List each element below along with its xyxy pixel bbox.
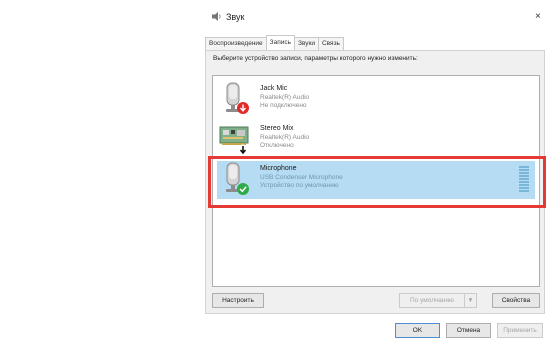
disabled-badge-icon <box>237 144 249 156</box>
device-item-jack-mic[interactable]: Jack Mic Realtek(R) Audio Не подключено <box>217 81 535 119</box>
selection-highlight-annotation <box>208 156 546 208</box>
configure-button[interactable]: Настроить <box>212 293 264 308</box>
speaker-icon <box>212 12 221 21</box>
set-default-button[interactable]: По умолчанию ▼ <box>399 293 477 308</box>
close-button[interactable]: × <box>535 10 549 24</box>
device-item-stereo-mix[interactable]: Stereo Mix Realtek(R) Audio Отключено <box>217 121 535 159</box>
device-driver: Realtek(R) Audio <box>260 134 310 141</box>
tab-sounds[interactable]: Звуки <box>294 37 319 50</box>
chevron-down-icon[interactable]: ▼ <box>464 294 476 307</box>
tab-bar: Воспроизведение Запись Звуки Связь <box>205 35 344 50</box>
circuit-board-icon <box>219 126 249 156</box>
set-default-label: По умолчанию <box>410 297 454 304</box>
tab-communications[interactable]: Связь <box>317 37 344 50</box>
device-status: Не подключено <box>260 102 307 109</box>
device-name: Jack Mic <box>260 85 288 92</box>
tab-recording[interactable]: Запись <box>265 35 295 50</box>
instruction-text: Выберите устройство записи, параметры ко… <box>213 55 418 62</box>
title-bar: Звук × <box>195 0 549 34</box>
disconnected-badge-icon <box>237 102 249 114</box>
cancel-button[interactable]: Отмена <box>446 323 491 338</box>
tab-playback[interactable]: Воспроизведение <box>205 37 267 50</box>
apply-button[interactable]: Применить <box>497 323 543 338</box>
device-driver: Realtek(R) Audio <box>260 94 310 101</box>
microphone-icon <box>226 82 249 114</box>
device-status: Отключено <box>260 142 294 149</box>
device-name: Stereo Mix <box>260 125 294 132</box>
properties-button[interactable]: Свойства <box>492 293 540 308</box>
window-title: Звук <box>226 12 245 22</box>
ok-button[interactable]: OK <box>395 323 440 338</box>
